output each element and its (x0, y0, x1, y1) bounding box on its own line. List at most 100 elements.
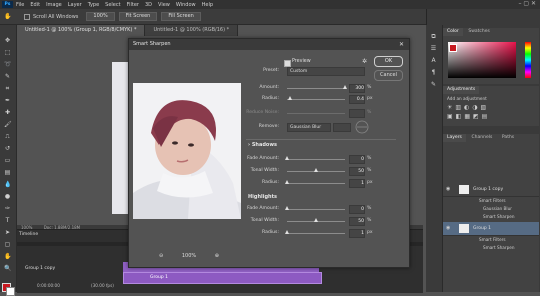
menu-edit[interactable]: Edit (30, 2, 40, 8)
shadows-fade-knob[interactable] (285, 156, 289, 160)
zoom-out-icon[interactable]: ⊖ (159, 252, 163, 260)
hue-slider[interactable] (525, 42, 531, 78)
menu-file[interactable]: File (16, 2, 24, 8)
paragraph-panel-icon[interactable]: ¶ (430, 69, 437, 76)
lasso-tool-icon[interactable]: ➰ (4, 61, 11, 68)
dodge-tool-icon[interactable]: ● (4, 193, 11, 200)
menu-select[interactable]: Select (105, 2, 120, 8)
highlights-fade-slider[interactable] (287, 209, 345, 210)
shadows-section-title[interactable]: › Shadows (246, 139, 396, 148)
history-brush-icon[interactable]: ↺ (4, 145, 11, 152)
quick-select-icon[interactable]: ✎ (4, 73, 11, 80)
menu-layer[interactable]: Layer (68, 2, 82, 8)
amount-slider-knob[interactable] (343, 85, 347, 89)
color-field[interactable] (448, 42, 516, 78)
angle-input[interactable] (333, 123, 351, 132)
radius-slider-knob[interactable] (288, 96, 292, 100)
shadows-tonal-input[interactable]: 50 (349, 167, 365, 176)
menu-view[interactable]: View (158, 2, 170, 8)
highlights-tonal-input[interactable]: 50 (349, 217, 365, 226)
filter-row[interactable]: Gaussian Blur (443, 205, 539, 213)
clone-stamp-icon[interactable]: ⎍ (4, 133, 11, 140)
adjustment-icons-row-1[interactable]: ☀▥◐◑▧ (447, 104, 489, 111)
tab-color[interactable]: Color (443, 28, 463, 36)
highlights-radius-knob[interactable] (285, 230, 289, 234)
shadows-radius-slider[interactable] (287, 183, 345, 184)
preview-checkbox[interactable] (284, 60, 291, 67)
tab-layers[interactable]: Layers (443, 134, 466, 142)
type-tool-icon[interactable]: T (4, 217, 11, 224)
menu-window[interactable]: Window (176, 2, 196, 8)
brush-tool-icon[interactable]: 🖌 (4, 121, 12, 128)
character-panel-icon[interactable]: A (430, 57, 437, 64)
properties-panel-icon[interactable]: ☰ (430, 45, 437, 52)
angle-dial-icon[interactable] (355, 120, 369, 134)
color-swatch-fg[interactable] (449, 44, 457, 52)
crop-tool-icon[interactable]: ⌗ (4, 85, 11, 92)
pen-tool-icon[interactable]: ✑ (4, 205, 11, 212)
reduce-noise-input[interactable] (349, 109, 365, 118)
shadows-radius-input[interactable]: 1 (349, 179, 365, 188)
brush-panel-icon[interactable]: ✎ (430, 81, 437, 88)
filter-row[interactable]: Smart Sharpen (443, 244, 539, 252)
amount-input[interactable]: 300 (349, 84, 365, 93)
blur-tool-icon[interactable]: 💧 (4, 181, 11, 188)
menu-type[interactable]: Type (88, 2, 99, 8)
scroll-all-checkbox[interactable] (24, 13, 30, 20)
menu-filter[interactable]: Filter (127, 2, 139, 8)
gradient-tool-icon[interactable]: ▤ (4, 169, 11, 176)
marquee-tool-icon[interactable]: ⬚ (4, 49, 11, 56)
remove-dropdown[interactable]: Gaussian Blur (287, 123, 331, 132)
history-panel-icon[interactable]: ⧉ (430, 33, 437, 40)
tab-document-2[interactable]: Untitled-1 @ 100% (RGB/16) * (145, 25, 239, 36)
preview-image[interactable] (133, 83, 241, 219)
tab-channels[interactable]: Channels (468, 134, 497, 142)
reduce-noise-slider[interactable] (287, 113, 345, 114)
close-icon[interactable]: ✕ (399, 39, 404, 50)
window-controls[interactable]: – ▢ ✕ (518, 0, 536, 7)
menu-help[interactable]: Help (202, 2, 213, 8)
zoom-tool-icon[interactable]: 🔍 (4, 265, 11, 272)
zoom-field[interactable]: 100% (86, 12, 115, 21)
preset-dropdown[interactable]: Custom (287, 67, 365, 76)
eraser-icon[interactable]: ▭ (4, 157, 11, 164)
highlights-radius-slider[interactable] (287, 233, 345, 234)
tab-document-1[interactable]: Untitled-1 @ 100% (Group 1, RGB/8/CMYK) … (17, 25, 146, 36)
eyedropper-icon[interactable]: ✒ (4, 97, 11, 104)
highlights-fade-input[interactable]: 0 (349, 205, 365, 214)
highlights-radius-input[interactable]: 1 (349, 229, 365, 238)
healing-brush-icon[interactable]: ✚ (4, 109, 11, 116)
shadows-tonal-knob[interactable] (314, 168, 318, 172)
tab-adjustments[interactable]: Adjustments (443, 86, 480, 94)
radius-input[interactable]: 0.4 (349, 95, 365, 104)
move-tool-icon[interactable]: ✥ (4, 37, 11, 44)
layer-row-selected[interactable]: ◉ Group 1 (443, 222, 539, 236)
path-select-icon[interactable]: ➤ (4, 229, 11, 236)
highlights-section-title[interactable]: Highlights (248, 194, 277, 200)
fill-screen-button[interactable]: Fill Screen (161, 12, 201, 21)
filter-row[interactable]: Smart Sharpen (443, 213, 539, 221)
smart-filters-row[interactable]: Smart Filters (443, 197, 539, 205)
radius-slider[interactable] (287, 99, 345, 100)
shadows-fade-input[interactable]: 0 (349, 155, 365, 164)
shape-tool-icon[interactable]: ▢ (4, 241, 11, 248)
highlights-tonal-knob[interactable] (314, 218, 318, 222)
menu-image[interactable]: Image (46, 2, 62, 8)
tab-paths[interactable]: Paths (498, 134, 518, 142)
cancel-button[interactable]: Cancel (374, 70, 403, 81)
amount-slider[interactable] (287, 88, 345, 89)
gear-icon[interactable]: ✲ (362, 58, 367, 65)
eye-icon[interactable]: ◉ (446, 222, 450, 235)
zoom-in-icon[interactable]: ⊕ (215, 252, 219, 260)
hand-tool-icon[interactable]: ✋ (4, 253, 11, 260)
shadows-radius-knob[interactable] (285, 180, 289, 184)
highlights-fade-knob[interactable] (285, 206, 289, 210)
eye-icon[interactable]: ◉ (446, 183, 450, 196)
tab-swatches[interactable]: Swatches (464, 28, 494, 36)
timeline-track-clip[interactable]: Group 1 (123, 272, 322, 284)
smart-filters-row[interactable]: Smart Filters (443, 236, 539, 244)
fit-screen-button[interactable]: Fit Screen (118, 12, 158, 21)
menu-3d[interactable]: 3D (145, 2, 152, 8)
shadows-fade-slider[interactable] (287, 159, 345, 160)
layer-row[interactable]: ◉ Group 1 copy (443, 183, 539, 197)
